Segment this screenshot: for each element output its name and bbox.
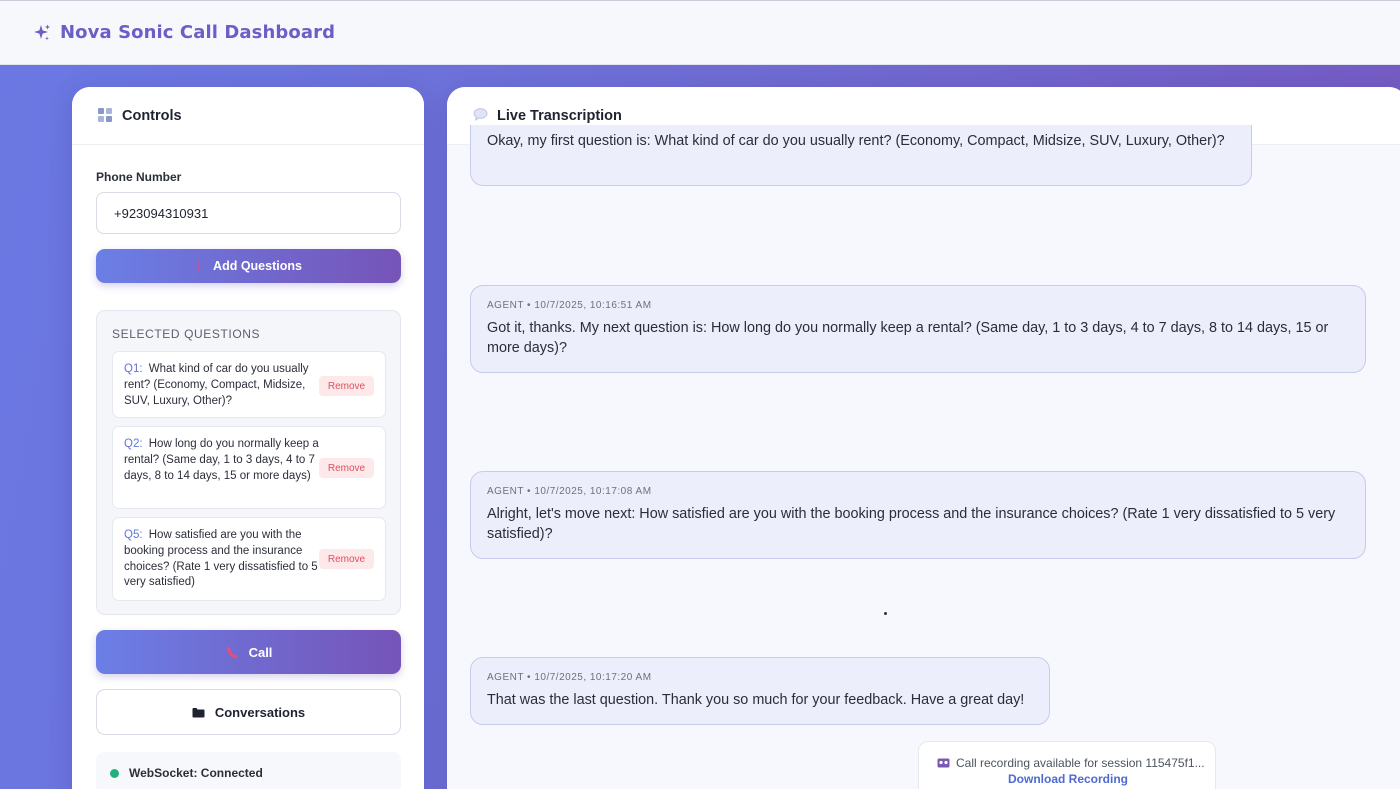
message-meta: AGENT • 10/7/2025, 10:17:20 AM — [487, 672, 652, 683]
download-recording-link[interactable]: Download Recording — [919, 772, 1217, 786]
recording-info: Call recording available for session 115… — [937, 756, 1205, 770]
recording-card: Call recording available for session 115… — [918, 741, 1216, 789]
question-body: How long do you normally keep a rental? … — [124, 438, 319, 482]
message-bubble: Okay, my first question is: What kind of… — [470, 125, 1252, 186]
question-number: Q1: — [124, 363, 143, 375]
message-meta: AGENT • 10/7/2025, 10:16:51 AM — [487, 300, 652, 311]
question-number: Q2: — [124, 438, 143, 450]
controls-header: Controls — [72, 87, 424, 145]
message-bubble: AGENT • 10/7/2025, 10:17:20 AM That was … — [470, 657, 1050, 725]
separator-dot — [884, 612, 887, 615]
phone-number-input[interactable] — [96, 192, 401, 234]
question-card-2: Q2: How long do you normally keep a rent… — [112, 426, 386, 509]
cassette-icon — [937, 758, 950, 768]
speech-bubble-icon — [473, 107, 489, 124]
remove-question-button[interactable]: Remove — [319, 458, 374, 478]
grid-icon — [98, 107, 114, 124]
websocket-status: WebSocket: Connected — [96, 752, 401, 789]
conversations-label: Conversations — [214, 704, 306, 720]
add-questions-label: Add Questions — [213, 259, 302, 273]
phone-number-label: Phone Number — [96, 170, 182, 184]
selected-questions-box: SELECTED QUESTIONS Q1: What kind of car … — [96, 310, 401, 615]
message-bubble: AGENT • 10/7/2025, 10:16:51 AM Got it, t… — [470, 285, 1366, 373]
app-title: Nova Sonic Call Dashboard — [60, 22, 336, 43]
add-questions-button[interactable]: Add Questions — [96, 249, 401, 283]
question-text-1: Q1: What kind of car do you usually rent… — [124, 362, 320, 409]
websocket-status-text: WebSocket: Connected — [129, 766, 263, 780]
question-number: Q5: — [124, 529, 143, 541]
plus-icon — [195, 260, 203, 272]
message-text: Okay, my first question is: What kind of… — [487, 133, 1225, 149]
live-transcription-panel: Live Transcription Okay, my first questi… — [447, 87, 1400, 789]
question-text-3: Q5: How satisfied are you with the booki… — [124, 528, 320, 591]
message-bubble: AGENT • 10/7/2025, 10:17:08 AM Alright, … — [470, 471, 1366, 559]
folder-icon — [192, 707, 205, 718]
sparkle-icon — [32, 23, 52, 43]
top-bar: Nova Sonic Call Dashboard — [0, 0, 1400, 65]
remove-question-button[interactable]: Remove — [319, 376, 374, 396]
main-area: Controls Phone Number Add Questions SELE… — [0, 65, 1400, 789]
controls-panel: Controls Phone Number Add Questions SELE… — [72, 87, 424, 789]
call-button[interactable]: Call — [96, 630, 401, 674]
question-text-2: Q2: How long do you normally keep a rent… — [124, 437, 320, 484]
message-text: That was the last question. Thank you so… — [487, 692, 1025, 708]
question-body: What kind of car do you usually rent? (E… — [124, 363, 309, 407]
message-meta: AGENT • 10/7/2025, 10:17:08 AM — [487, 486, 652, 497]
conversations-button[interactable]: Conversations — [96, 689, 401, 735]
message-text: Alright, let's move next: How satisfied … — [487, 506, 1336, 542]
remove-question-button[interactable]: Remove — [319, 549, 374, 569]
question-body: How satisfied are you with the booking p… — [124, 529, 318, 589]
status-dot — [110, 768, 119, 778]
call-label: Call — [248, 644, 273, 660]
selected-questions-title: SELECTED QUESTIONS — [112, 327, 261, 341]
live-transcription-title: Live Transcription — [497, 107, 622, 124]
phone-icon — [225, 645, 239, 659]
question-card-3: Q5: How satisfied are you with the booki… — [112, 517, 386, 601]
question-card-1: Q1: What kind of car do you usually rent… — [112, 351, 386, 418]
recording-text: Call recording available for session 115… — [956, 756, 1205, 770]
message-text: Got it, thanks. My next question is: How… — [487, 320, 1329, 356]
controls-title: Controls — [122, 107, 182, 124]
